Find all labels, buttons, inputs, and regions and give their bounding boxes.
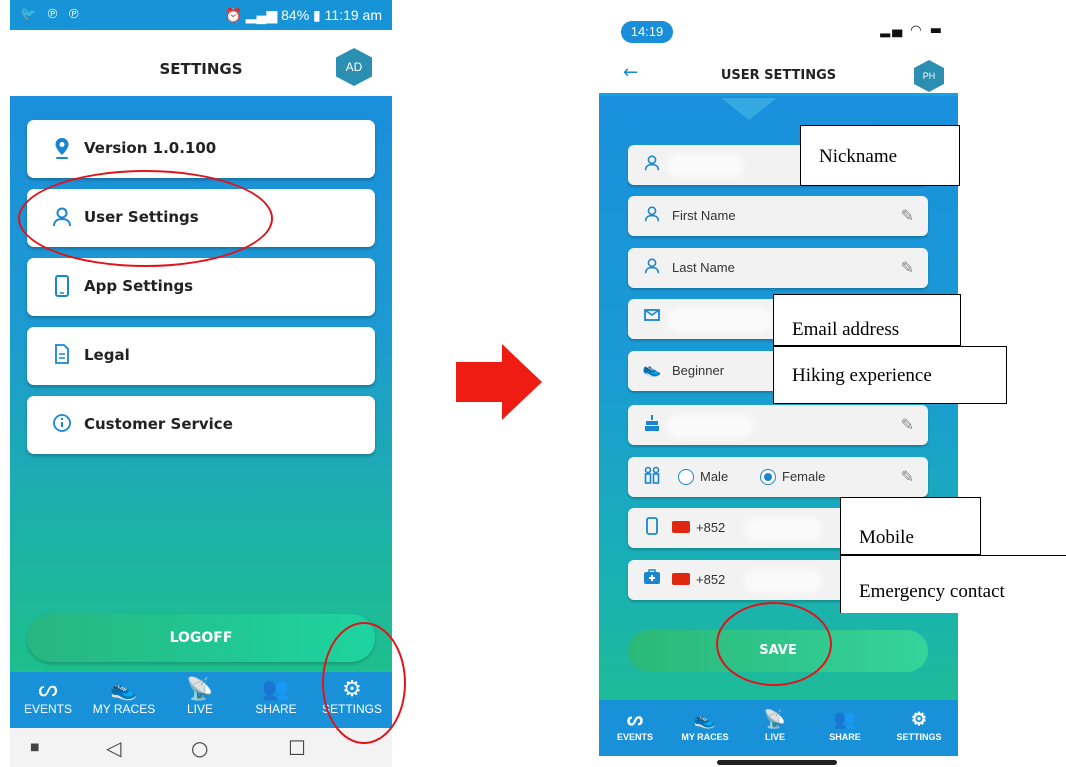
last-name-placeholder: Last Name	[672, 260, 735, 275]
experience-value: Beginner	[672, 363, 725, 378]
group-icon: 👥	[262, 676, 290, 701]
annotation-hiking-experience: Hiking experience	[773, 346, 1007, 404]
menu-label: Version 1.0.100	[84, 139, 217, 157]
highlight-user-settings	[18, 170, 273, 267]
nav-my-races[interactable]: 👟 MY RACES	[86, 676, 162, 716]
page-title: USER SETTINGS	[720, 68, 837, 83]
status-bar: 🐦 ℗ ℗ ⏰ ▂▄▆ 84% ▮ 11:19 am	[10, 0, 392, 30]
menu-label: Customer Service	[84, 415, 233, 433]
menu-item-version[interactable]: Version 1.0.100	[27, 120, 375, 178]
route-icon: ᔕ	[626, 709, 644, 729]
hk-flag-icon	[672, 521, 690, 533]
user-icon	[642, 205, 662, 225]
shoe-icon: 👟	[693, 709, 717, 729]
redacted-value	[670, 312, 770, 328]
highlight-settings-tab	[322, 622, 406, 744]
app-header: ← USER SETTINGS PH	[599, 52, 958, 96]
pencil-icon[interactable]: ✎	[901, 415, 914, 434]
envelope-icon	[642, 308, 662, 328]
first-name-field[interactable]: First Name ✎	[628, 196, 928, 236]
system-nav-bar: ■ ◁ ○ ☐	[10, 728, 392, 767]
redacted-value	[748, 521, 818, 537]
gender-icon	[642, 466, 662, 486]
emergency-code: +852	[672, 572, 725, 587]
home-circle-icon[interactable]: ○	[191, 736, 208, 760]
nav-live[interactable]: 📡 LIVE	[743, 706, 807, 742]
gender-male-option[interactable]: Male	[678, 469, 728, 485]
redacted-value	[748, 573, 818, 589]
header-notch	[721, 98, 777, 120]
pencil-icon[interactable]: ✎	[901, 467, 914, 486]
bottom-nav: ᔕ EVENTS 👟 MY RACES 📡 LIVE 👥 SHARE ⚙ SETTINGS	[599, 700, 958, 756]
page-title: SETTINGS	[159, 60, 243, 78]
recents-square-icon[interactable]: ☐	[288, 736, 306, 760]
redacted-value	[670, 158, 740, 174]
battery-percent: 84%	[281, 7, 310, 23]
red-arrow-icon	[456, 344, 542, 420]
first-aid-icon	[642, 569, 662, 589]
status-bar: 14:19 ▂▄ ◠ ▬	[599, 12, 958, 52]
annotation-mobile: Mobile	[840, 497, 981, 555]
menu-item-legal[interactable]: Legal	[27, 327, 375, 385]
nav-share[interactable]: 👥 SHARE	[238, 676, 314, 716]
mobile-code: +852	[672, 520, 725, 535]
signal-wifi-battery-icon: ▂▄ ◠ ▬	[880, 23, 944, 38]
route-icon: ᔕ	[38, 676, 58, 701]
radio-female[interactable]	[760, 469, 776, 485]
nav-share[interactable]: 👥 SHARE	[813, 706, 877, 742]
home-indicator	[717, 760, 837, 765]
notification-icons: 🐦 ℗ ℗	[20, 6, 83, 21]
annotation-emergency-contact: Emergency contact	[840, 555, 1066, 613]
radio-male[interactable]	[678, 469, 694, 485]
satellite-icon: 📡	[186, 676, 214, 701]
nav-settings[interactable]: ⚙ SETTINGS	[887, 706, 951, 742]
nav-my-races[interactable]: 👟 MY RACES	[673, 706, 737, 742]
nav-events[interactable]: ᔕ EVENTS	[603, 706, 667, 742]
nav-events[interactable]: ᔕ EVENTS	[10, 676, 86, 716]
user-icon	[642, 257, 662, 277]
hiking-shoe-icon: 👟	[642, 360, 662, 378]
status-time: 14:19	[621, 21, 673, 43]
cake-icon	[642, 414, 662, 434]
menu-item-customer-service[interactable]: Customer Service	[27, 396, 375, 454]
group-icon: 👥	[833, 709, 857, 729]
menu-dot-icon[interactable]: ■	[30, 742, 39, 753]
satellite-icon: 📡	[763, 709, 787, 729]
shoe-icon: 👟	[110, 676, 138, 701]
back-triangle-icon[interactable]: ◁	[106, 736, 121, 760]
alarm-icon: ⏰	[224, 7, 242, 23]
pencil-icon[interactable]: ✎	[901, 258, 914, 277]
gender-female-option[interactable]: Female	[760, 469, 825, 485]
phone-icon	[51, 275, 73, 299]
gender-field[interactable]: Male Female ✎	[628, 457, 928, 497]
app-header: SETTINGS AD	[10, 30, 392, 96]
first-name-placeholder: First Name	[672, 208, 736, 223]
battery-icon: ▮	[313, 7, 321, 23]
menu-item-app-settings[interactable]: App Settings	[27, 258, 375, 316]
avatar[interactable]: AD	[336, 48, 372, 86]
gear-icon: ⚙	[910, 709, 928, 729]
logoff-button[interactable]: LOGOFF	[27, 614, 375, 662]
user-icon	[642, 154, 662, 174]
info-icon	[51, 413, 73, 437]
hk-flag-icon	[672, 573, 690, 585]
avatar[interactable]: PH	[914, 60, 944, 92]
annotation-email: Email address	[773, 294, 961, 346]
signal-icon: ▂▄▆	[245, 7, 278, 23]
annotation-nickname: Nickname	[800, 125, 960, 186]
redacted-value	[670, 418, 750, 434]
menu-label: App Settings	[84, 277, 194, 295]
menu-label: Legal	[84, 346, 130, 364]
nav-live[interactable]: 📡 LIVE	[162, 676, 238, 716]
birthday-field[interactable]: ✎	[628, 405, 928, 445]
pencil-icon[interactable]: ✎	[901, 206, 914, 225]
last-name-field[interactable]: Last Name ✎	[628, 248, 928, 288]
document-icon	[51, 344, 73, 368]
location-pin-icon	[51, 137, 73, 161]
phone-icon	[642, 517, 662, 537]
status-time: 11:19 am	[324, 7, 382, 23]
highlight-save-button	[716, 602, 832, 686]
